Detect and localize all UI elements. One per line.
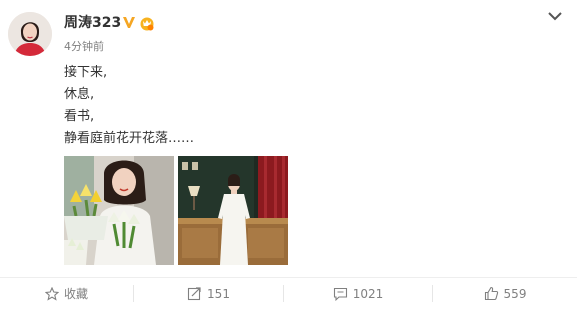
post-text-line: 静看庭前花开花落…… [64,131,195,146]
post-text-line: 休息, [64,87,95,102]
verified-v-icon [123,17,135,28]
thumbs-up-icon [484,286,498,301]
username[interactable]: 周涛323 [64,14,121,32]
repost-count: 151 [207,286,230,301]
star-icon [44,286,59,301]
weibo-post-card: 周涛323 4分钟前 接下来, 休息, 看书, 静看庭前花开花落…… 收藏 15… [0,0,577,309]
like-count: 559 [503,286,527,301]
post-text-line: 看书, [64,109,95,124]
avatar[interactable] [8,12,52,56]
favorite-label: 收藏 [63,287,88,301]
repost-button[interactable]: 151 [134,278,283,309]
member-crown-icon[interactable] [139,15,155,31]
post-text-line: 接下来, [64,65,108,80]
comment-button[interactable]: 1021 [284,278,432,309]
like-button[interactable]: 559 [433,278,577,309]
repost-icon [187,287,201,301]
comment-count: 1021 [352,286,384,301]
favorite-button[interactable]: 收藏 [0,278,133,309]
comment-icon [333,287,347,301]
post-image-tulips[interactable] [64,156,174,265]
chevron-down-icon[interactable] [547,9,563,23]
post-timestamp[interactable]: 4分钟前 [64,40,104,54]
post-image-classroom[interactable] [178,156,288,265]
